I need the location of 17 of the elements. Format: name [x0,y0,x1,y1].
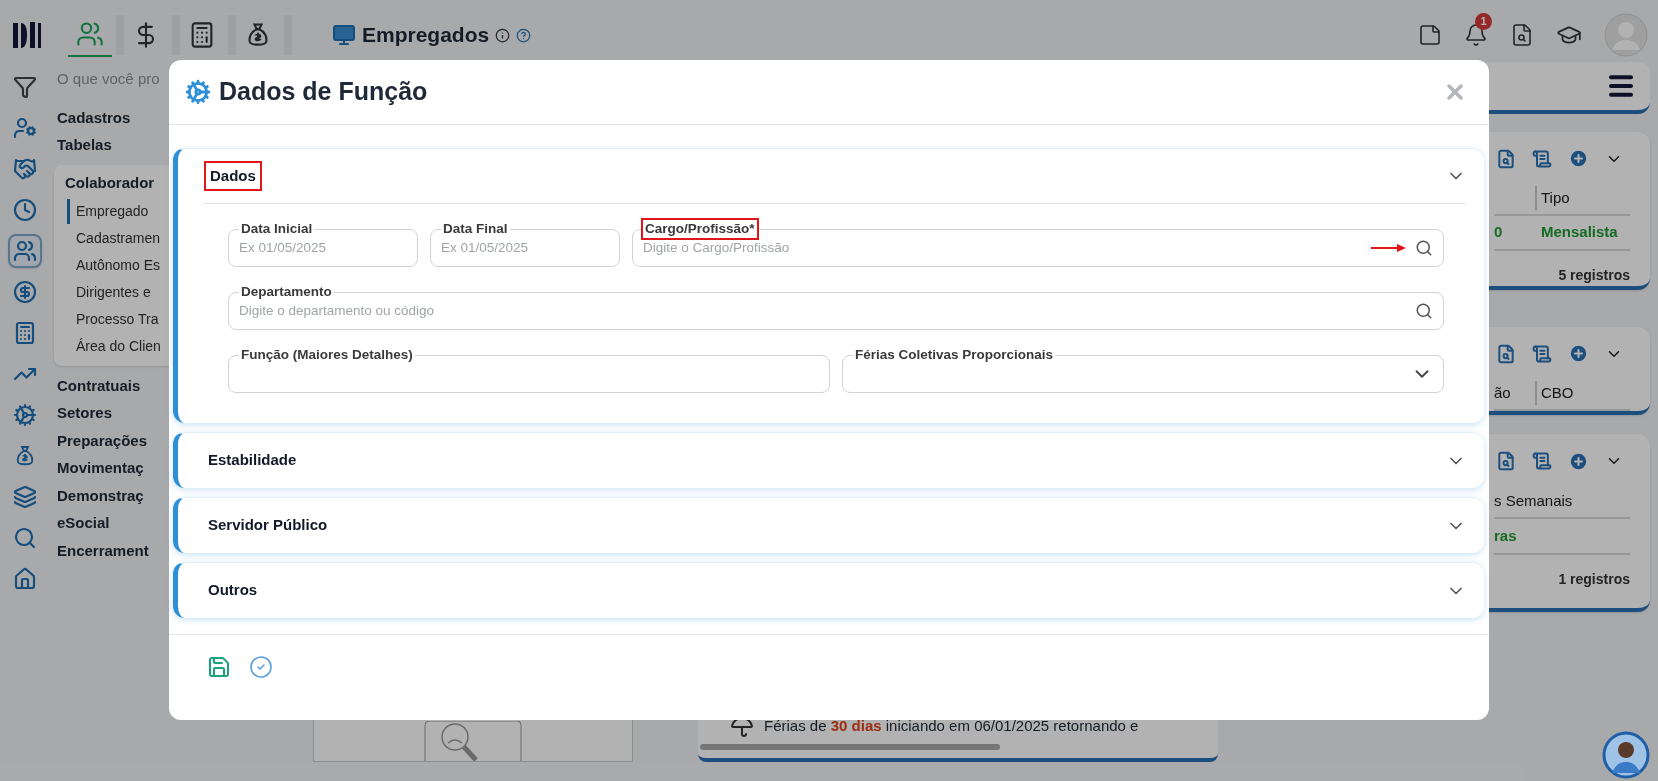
dialog-title: Dados de Função [219,76,428,108]
column-header: CBO [1541,383,1574,404]
section-title: Servidor Público [207,515,329,536]
record-count: 5 registros [1558,266,1630,285]
section-title: Outros [207,580,259,601]
table-cell-text: ras [1494,525,1518,546]
page-title: Empregados [362,22,490,49]
vacation-notice: Férias de 30 dias iniciando em 06/01/2025 retornando e [764,715,1139,736]
record-count: 1 registros [1558,570,1630,589]
column-header: Tipo [1541,187,1570,208]
section-title: Dados [204,160,262,192]
column-header: s Semanais [1494,490,1573,511]
notification-badge: 1 [1475,13,1492,30]
column-header: ão [1494,383,1511,404]
table-cell-text: 0 [1494,222,1504,243]
table-cell-text: Mensalista [1540,222,1619,243]
section-title: Estabilidade [207,450,298,471]
